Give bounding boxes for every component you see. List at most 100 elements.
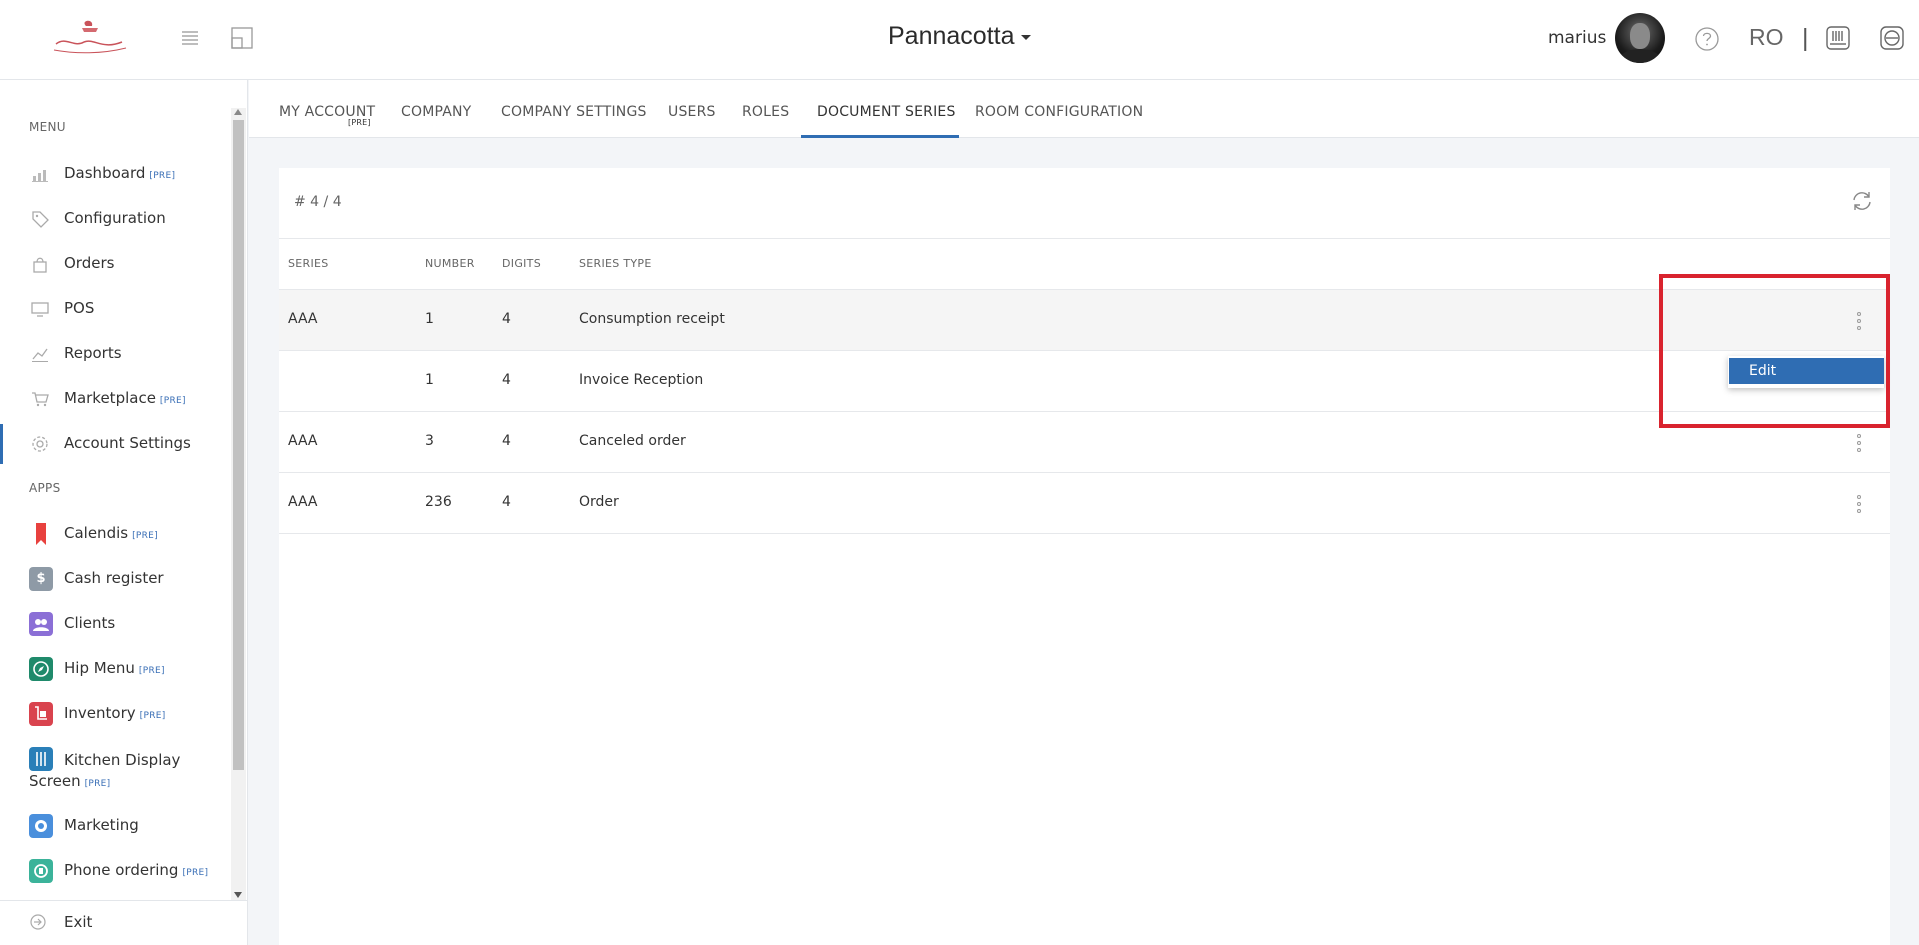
language-selector[interactable]: RO (1749, 24, 1784, 51)
menu-section-label: MENU (29, 120, 66, 134)
logo[interactable] (46, 18, 132, 58)
pre-badge: [PRE] (159, 396, 186, 406)
sidebar-item-label: Reports (64, 344, 122, 362)
company-name: Pannacotta (888, 22, 1015, 50)
cell-number: 3 (425, 433, 434, 449)
cell-digits: 4 (502, 311, 511, 327)
row-actions-kebab-icon[interactable] (1856, 434, 1862, 452)
highlight-annotation-box (1659, 274, 1890, 428)
exchange-icon[interactable] (1879, 25, 1905, 51)
sidebar-app-clients[interactable]: Clients (0, 604, 230, 644)
cell-series-type: Canceled order (579, 433, 686, 449)
pre-badge: [PRE] (182, 868, 209, 878)
register-icon[interactable] (1825, 25, 1851, 51)
sidebar-app-phone-ordering[interactable]: Phone ordering [PRE] (0, 851, 230, 891)
tab-company[interactable]: COMPANY (401, 104, 471, 120)
column-header-series[interactable]: SERIES (288, 257, 329, 270)
tab-company-settings[interactable]: COMPANY SETTINGS (501, 104, 647, 120)
marketing-icon (29, 814, 53, 838)
sidebar-item-label: Account Settings (64, 434, 191, 452)
users-icon (29, 612, 53, 636)
help-icon[interactable] (1694, 26, 1720, 52)
cell-series-type: Invoice Reception (579, 372, 704, 388)
scroll-down-arrow-icon[interactable] (234, 892, 242, 898)
sidebar-app-hip-menu[interactable]: Hip Menu [PRE] (0, 649, 230, 689)
cell-series: AAA (288, 433, 318, 449)
sidebar-item-orders[interactable]: Orders (0, 244, 230, 284)
sidebar-item-label: Phone ordering (64, 861, 179, 879)
sidebar-item-configuration[interactable]: Configuration (0, 199, 230, 239)
exit-icon (30, 914, 46, 930)
sidebar-app-calendis[interactable]: Calendis [PRE] (0, 514, 230, 554)
sidebar-app-inventory[interactable]: Inventory [PRE] (0, 694, 230, 734)
line-chart-icon (30, 344, 50, 364)
cell-digits: 4 (502, 372, 511, 388)
avatar[interactable] (1615, 13, 1665, 63)
sidebar-item-marketplace[interactable]: Marketplace [PRE] (0, 379, 230, 419)
table-header: SERIES NUMBER DIGITS SERIES TYPE (279, 238, 1890, 290)
active-tab-indicator (801, 135, 959, 138)
refresh-icon[interactable] (1849, 188, 1875, 214)
sidebar-item-label-2: Screen (29, 772, 81, 790)
tab-my-account[interactable]: MY ACCOUNT [PRE] (279, 104, 375, 127)
pre-badge: [PRE] (138, 666, 165, 676)
sidebar-item-label: Kitchen Display (64, 751, 181, 769)
sidebar-item-label: Inventory (64, 704, 136, 722)
tab-users[interactable]: USERS (668, 104, 716, 120)
sidebar-item-label: POS (64, 299, 95, 317)
tab-document-series[interactable]: DOCUMENT SERIES (817, 104, 956, 120)
sidebar-item-dashboard[interactable]: Dashboard [PRE] (0, 154, 230, 194)
column-header-number[interactable]: NUMBER (425, 257, 475, 270)
cart-icon (30, 389, 50, 409)
sidebar-app-marketing[interactable]: Marketing (0, 806, 230, 846)
cell-series-type: Order (579, 494, 619, 510)
scrollbar-thumb[interactable] (233, 120, 244, 770)
cell-digits: 4 (502, 433, 511, 449)
sidebar-item-pos[interactable]: POS (0, 289, 230, 329)
cash-register-icon: $ (29, 567, 53, 591)
gear-icon (30, 434, 50, 454)
table-row[interactable]: AAA 236 4 Order (279, 473, 1890, 534)
table-row[interactable]: AAA 3 4 Canceled order (279, 412, 1890, 473)
pre-badge: [PRE] (132, 531, 158, 541)
column-header-series-type[interactable]: SERIES TYPE (579, 257, 652, 270)
compass-icon (29, 657, 53, 681)
phone-icon (29, 859, 53, 883)
exit-button[interactable]: Exit (0, 900, 248, 945)
cell-number: 1 (425, 372, 434, 388)
sidebar-item-reports[interactable]: Reports (0, 334, 230, 374)
cell-series: AAA (288, 311, 318, 327)
tab-roles[interactable]: ROLES (742, 104, 789, 120)
pre-badge: [PRE] (149, 171, 176, 181)
bar-chart-icon (30, 164, 50, 184)
scroll-up-arrow-icon[interactable] (234, 109, 242, 115)
username[interactable]: marius (1548, 28, 1606, 48)
row-actions-kebab-icon[interactable] (1856, 495, 1862, 513)
trolley-icon (29, 702, 53, 726)
sidebar-app-cash-register[interactable]: $ Cash register (0, 559, 230, 599)
pre-badge: [PRE] (348, 118, 371, 127)
company-selector[interactable]: Pannacotta (888, 22, 1031, 51)
sidebar-scrollbar[interactable] (231, 108, 246, 900)
fullscreen-icon[interactable] (231, 27, 253, 49)
sidebar-item-label: Calendis (64, 524, 129, 542)
sidebar-app-kitchen-display[interactable]: Kitchen Display Screen [PRE] (0, 739, 230, 803)
sidebar-item-label: Hip Menu (64, 659, 135, 677)
bookmark-icon (29, 522, 53, 546)
sidebar-item-account-settings[interactable]: Account Settings (0, 424, 230, 464)
hamburger-menu-icon[interactable] (180, 28, 200, 48)
table-row[interactable]: 1 4 Invoice Reception (279, 351, 1890, 412)
table-row[interactable]: AAA 1 4 Consumption receipt (279, 290, 1890, 351)
sidebar-item-label: Cash register (64, 569, 164, 587)
record-count: # 4 / 4 (294, 194, 342, 210)
sidebar-item-label: Orders (64, 254, 115, 272)
sidebar-item-label: Dashboard (64, 164, 146, 182)
cell-series: AAA (288, 494, 318, 510)
pre-badge: [PRE] (84, 779, 111, 789)
sidebar: MENU Dashboard [PRE] Configuration Orders… (0, 80, 248, 945)
sidebar-item-label: Marketplace (64, 389, 156, 407)
top-bar: Pannacotta marius RO | (0, 0, 1919, 80)
separator: | (1802, 24, 1809, 52)
column-header-digits[interactable]: DIGITS (502, 257, 541, 270)
tab-room-configuration[interactable]: ROOM CONFIGURATION (975, 104, 1143, 120)
